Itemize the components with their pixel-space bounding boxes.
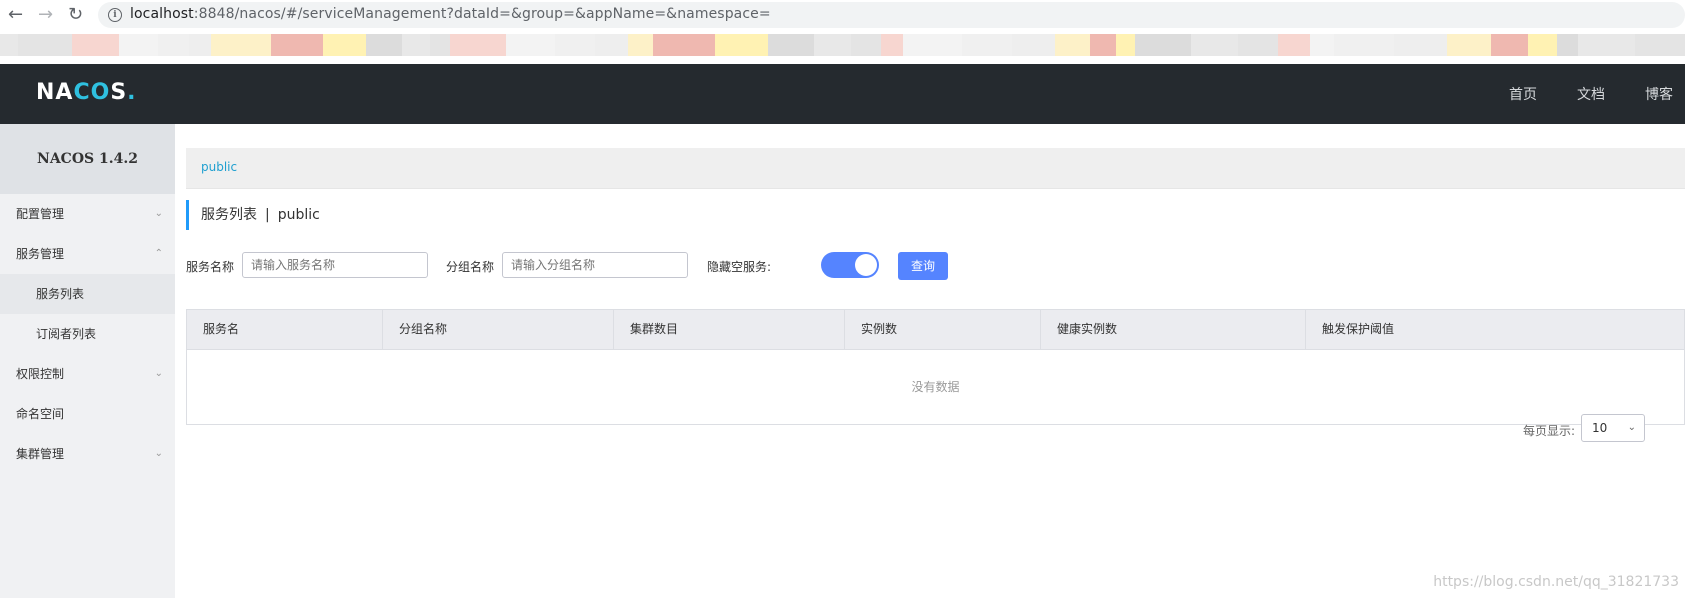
reload-icon[interactable]: ↻ (68, 5, 83, 25)
page-size-label: 每页显示: (1522, 424, 1575, 438)
sidebar-item-label: 服务列表 (36, 287, 85, 301)
sidebar-item-label: 配置管理 (16, 207, 65, 221)
page-title-text: 服务列表 (201, 207, 257, 223)
watermark: https://blog.csdn.net/qq_31821733 (1433, 574, 1679, 590)
sidebar-item-config[interactable]: 配置管理 ⌄ (0, 194, 175, 234)
info-icon[interactable]: i (108, 8, 122, 22)
sidebar-item-label: 权限控制 (16, 367, 65, 381)
column-header-group-name: 分组名称 (383, 310, 614, 349)
chevron-down-icon: ⌄ (154, 208, 163, 219)
sidebar-item-permissions[interactable]: 权限控制 ⌄ (0, 354, 175, 394)
sidebar-item-service-list[interactable]: 服务列表 (0, 274, 175, 314)
empty-state-text: 没有数据 (911, 380, 960, 394)
page-title-namespace: public (277, 207, 320, 223)
main-content: public 服务列表 | public 服务名称 分组名称 隐藏空服务: 查询 服… (186, 124, 1685, 598)
back-arrow-icon[interactable]: ← (8, 5, 23, 25)
column-header-healthy-count: 健康实例数 (1041, 310, 1306, 349)
sidebar-item-subscribers[interactable]: 订阅者列表 (0, 314, 175, 354)
sidebar-item-namespace[interactable]: 命名空间 (0, 394, 175, 434)
query-button[interactable]: 查询 (898, 252, 948, 280)
chevron-down-icon: ⌄ (154, 368, 163, 379)
sidebar-item-label: 集群管理 (16, 447, 65, 461)
namespace-bar: public (186, 148, 1685, 189)
table-header: 服务名 分组名称 集群数目 实例数 健康实例数 触发保护阈值 (187, 310, 1684, 350)
column-header-instance-count: 实例数 (845, 310, 1041, 349)
nav-link-blog[interactable]: 博客 (1645, 84, 1673, 104)
group-name-label: 分组名称 (446, 260, 495, 274)
namespace-link-public[interactable]: public (201, 160, 237, 174)
service-table: 服务名 分组名称 集群数目 实例数 健康实例数 触发保护阈值 没有数据 (186, 309, 1685, 425)
sidebar-item-label: 服务管理 (16, 247, 65, 261)
nav-link-home[interactable]: 首页 (1509, 84, 1537, 104)
group-name-input[interactable] (502, 252, 688, 278)
nacos-logo[interactable]: NACOS. (36, 80, 137, 105)
page-size-select[interactable]: 10 ⌄ (1581, 414, 1645, 442)
column-header-protect-threshold: 触发保护阈值 (1322, 322, 1395, 336)
sidebar-item-cluster[interactable]: 集群管理 ⌄ (0, 434, 175, 474)
page-title: 服务列表 | public (186, 200, 320, 230)
forward-arrow-icon[interactable]: → (38, 5, 53, 25)
toggle-knob (855, 254, 877, 276)
sidebar-item-label: 命名空间 (16, 407, 65, 421)
chevron-down-icon: ⌄ (1627, 422, 1636, 433)
sidebar-item-service[interactable]: 服务管理 ⌃ (0, 234, 175, 274)
version-title: NACOS 1.4.2 (0, 124, 175, 194)
title-separator: | (265, 207, 270, 223)
bookmarks-bar-blurred (0, 30, 1685, 64)
sidebar-item-label: 订阅者列表 (36, 327, 97, 341)
browser-toolbar: ← → ↻ i localhost:8848/nacos/#/serviceMa… (0, 0, 1685, 30)
pagination: 每页显示: 10 ⌄ (1445, 414, 1645, 444)
hide-empty-toggle[interactable] (821, 252, 879, 278)
address-bar[interactable]: i localhost:8848/nacos/#/serviceManageme… (98, 2, 1685, 28)
chevron-up-icon: ⌃ (154, 248, 163, 259)
sidebar: NACOS 1.4.2 配置管理 ⌄ 服务管理 ⌃ 服务列表 订阅者列表 权限控… (0, 124, 175, 598)
column-header-cluster-count: 集群数目 (614, 310, 845, 349)
page-size-value: 10 (1592, 421, 1608, 435)
chevron-down-icon: ⌄ (154, 448, 163, 459)
service-name-label: 服务名称 (186, 260, 235, 274)
nav-link-docs[interactable]: 文档 (1577, 84, 1605, 104)
service-name-input[interactable] (242, 252, 428, 278)
hide-empty-label: 隐藏空服务: (707, 260, 772, 274)
column-header-service-name: 服务名 (187, 310, 383, 349)
top-navbar: NACOS. 首页 文档 博客 (0, 64, 1685, 124)
url-text: localhost:8848/nacos/#/serviceManagement… (130, 6, 771, 22)
search-form: 服务名称 分组名称 隐藏空服务: 查询 (186, 250, 1186, 280)
